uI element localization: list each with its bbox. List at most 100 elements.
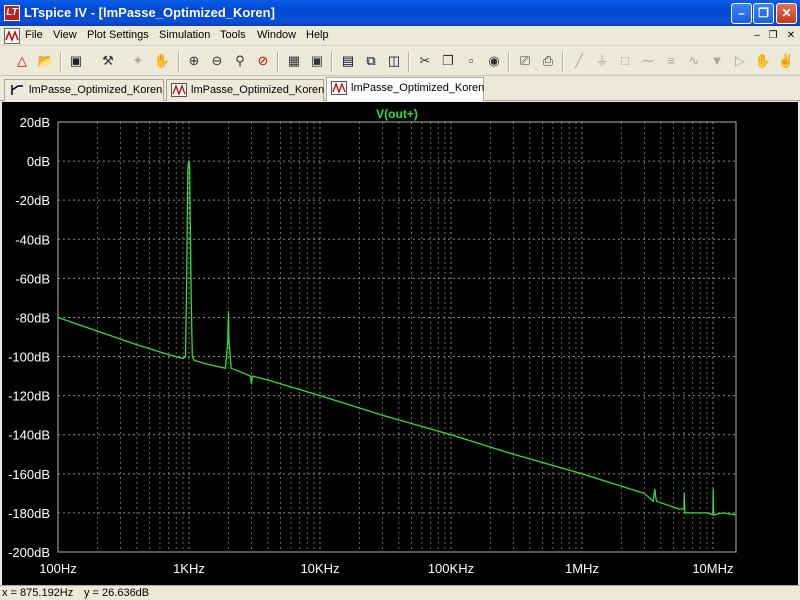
component-icon[interactable]: ▷ [730,51,750,71]
move-icon[interactable]: ✋ [753,51,773,71]
x-tick-label: 1MHz [565,561,599,576]
series-point [267,379,269,381]
ltspice-logo-icon: LT [4,5,20,21]
series-point [712,488,714,491]
restore-button[interactable]: ❐ [753,3,774,24]
run-icon[interactable]: △ [12,51,32,71]
y-tick-label: -140dB [8,428,50,443]
autorange-icon[interactable]: ▦ [284,51,304,71]
toolbar-separator [508,52,510,72]
y-tick-label: -180dB [8,506,50,521]
x-tick-label: 100KHz [428,561,474,576]
ltspice-window: LT LTspice IV - [lmPasse_Optimized_Koren… [0,0,800,600]
y-tick-label: -100dB [8,350,50,365]
ground-icon[interactable]: ⏚ [592,51,612,71]
menu-window[interactable]: Window [257,29,296,41]
cursor-y-readout: y = 26.636dB [84,587,150,599]
print-setup-icon[interactable]: ⎚ [515,51,535,71]
y-tick-label: -160dB [8,467,50,482]
series-point [193,359,196,362]
diode-icon[interactable]: ▼ [707,51,727,71]
paste-icon[interactable]: ▫ [461,51,481,71]
series-point [643,492,646,494]
menu-view[interactable]: View [53,29,77,41]
mdi-close-button[interactable]: ✕ [784,29,798,43]
schematic-icon [11,85,23,95]
copy-icon[interactable]: ❐ [438,51,458,71]
series-point [189,209,191,211]
y-tick-label: 20dB [20,115,50,130]
series-point [224,367,227,369]
menu-tools[interactable]: Tools [220,29,246,41]
find-icon[interactable]: ◉ [484,51,504,71]
x-tick-label: 1KHz [173,561,205,576]
tab-label: lmPasse_Optimized_Koren [191,84,325,96]
zoom-in-icon[interactable]: ⊕ [184,51,204,71]
series-point [240,371,242,373]
series-point [207,363,209,365]
open-icon[interactable]: 📂 [36,51,56,71]
mdi-restore-button[interactable]: ❐ [766,29,780,43]
title-bar[interactable]: LT LTspice IV - [lmPasse_Optimized_Koren… [0,0,800,26]
series-point [512,453,515,455]
series-point [381,414,384,416]
inductor-icon[interactable]: ∿ [684,51,704,71]
tab-waveform-2-active[interactable]: lmPasse_Optimized_Koren [326,77,484,101]
zoom-out-icon[interactable]: ⊖ [207,51,227,71]
cut-icon[interactable]: ✂ [415,51,435,71]
series-point [250,383,253,385]
pan-icon[interactable]: ✋ [152,51,172,71]
series-point [654,488,656,491]
minimize-button[interactable]: – [731,3,752,24]
plot-canvas[interactable]: 20dB 0dB -20dB -40dB -60dB -80dB -100dB -120dB -… [2,102,798,585]
wire-icon[interactable]: ╱ [569,51,589,71]
tab-waveform-1[interactable]: lmPasse_Optimized_Koren [166,79,324,101]
series-point [251,375,254,377]
document-tabs: lmPasse_Optimized_Koren lmPasse_Optimize… [0,77,800,101]
y-tick-label: -20dB [15,193,50,208]
tile-horizontal-icon[interactable]: ▤ [338,51,358,71]
tab-label: lmPasse_Optimized_Koren [351,82,485,94]
toolbar-separator [562,52,564,72]
menu-file[interactable]: File [25,29,43,41]
series-point [190,297,192,299]
menu-simulation[interactable]: Simulation [159,29,210,41]
halt-icon[interactable]: ✦ [128,51,148,71]
zoom-area-icon[interactable]: ⚲ [230,51,250,71]
series-point [319,395,321,397]
zoom-cancel-icon[interactable]: ⊘ [253,51,273,71]
y-tick-label: -40dB [15,232,50,247]
status-bar: x = 875.192Hz y = 26.636dB [0,585,800,600]
toolbar-separator [60,52,62,72]
waveform-window-icon[interactable] [4,28,20,44]
control-panel-icon[interactable]: ⚒ [98,51,118,71]
toolbar: △ 📂 ▣ ⚒ ✦ ✋ ⊕ ⊖ ⚲ ⊘ ▦ ▣ ▤ ⧉ ◫ ✂ ❐ ▫ ◉ ⎚ … [0,47,800,76]
series-point [187,162,190,164]
label-icon[interactable]: □ [615,51,635,71]
toolbar-separator [277,52,279,72]
waveform-plot[interactable]: 20dB 0dB -20dB -40dB -60dB -80dB -100dB -120dB -… [2,102,798,585]
series-point [683,508,685,510]
mdi-minimize-button[interactable]: – [750,29,764,43]
fit-icon[interactable]: ▣ [307,51,327,71]
trace-title: V(out+) [376,107,418,121]
capacitor-icon[interactable]: ≡ [661,51,681,71]
series-point [187,170,189,172]
menu-help[interactable]: Help [306,29,329,41]
series-point [683,492,685,494]
drag-icon[interactable]: ✌ [776,51,796,71]
close-button[interactable]: ✕ [776,3,797,24]
waveform-icon [171,83,187,97]
cascade-icon[interactable]: ⧉ [361,51,381,71]
tab-label: lmPasse_Optimized_Koren [29,84,163,96]
resistor-icon[interactable]: ⁓ [638,51,658,71]
tile-icon[interactable]: ◫ [384,51,404,71]
print-icon[interactable]: ⎙ [538,51,558,71]
tab-schematic[interactable]: lmPasse_Optimized_Koren [4,79,164,101]
series-point [230,367,232,369]
waveform-icon [331,81,347,95]
cursor-x-readout: x = 875.192Hz [2,587,74,599]
menu-plot-settings[interactable]: Plot Settings [87,29,149,41]
save-icon[interactable]: ▣ [66,51,86,71]
series-point [168,353,170,356]
